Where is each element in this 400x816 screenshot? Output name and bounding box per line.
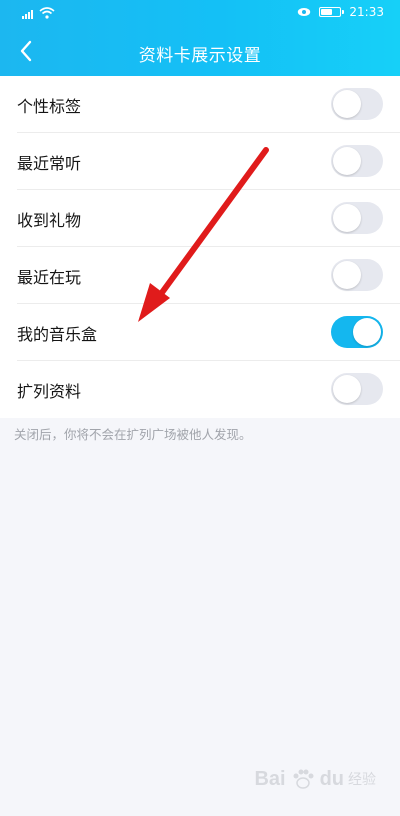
toggle-knob: [353, 318, 381, 346]
setting-row-gifts: 收到礼物: [0, 190, 400, 247]
toggle-switch[interactable]: [331, 202, 383, 234]
setting-label: 收到礼物: [17, 210, 82, 230]
toggle-switch[interactable]: [331, 373, 383, 405]
setting-label: 我的音乐盒: [17, 324, 98, 344]
setting-label: 最近常听: [17, 153, 82, 173]
setting-row-music-box: 我的音乐盒: [0, 304, 400, 361]
signal-icon: [22, 9, 33, 19]
watermark-brand-suffix: du: [319, 767, 344, 790]
eye-comfort-icon: [298, 8, 311, 16]
setting-row-recent-listen: 最近常听: [0, 133, 400, 190]
baidu-watermark: Bai du 经验: [254, 766, 376, 792]
setting-label: 最近在玩: [17, 267, 82, 287]
toggle-switch[interactable]: [331, 259, 383, 291]
status-bar: 21:33: [0, 0, 400, 26]
nav-bar: 资料卡展示设置: [0, 26, 400, 76]
setting-row-profile-expand: 扩列资料: [0, 361, 400, 418]
toggle-switch[interactable]: [331, 88, 383, 120]
paw-icon: [293, 769, 314, 789]
setting-label: 个性标签: [17, 96, 82, 116]
hint-text: 关闭后，你将不会在扩列广场被他人发现。: [14, 427, 252, 442]
setting-row-recent-play: 最近在玩: [0, 247, 400, 304]
toggle-switch[interactable]: [331, 316, 383, 348]
toggle-switch[interactable]: [331, 145, 383, 177]
setting-label: 扩列资料: [17, 381, 82, 401]
toggle-knob: [333, 375, 361, 403]
toggle-knob: [333, 90, 361, 118]
toggle-knob: [333, 261, 361, 289]
setting-row-tags: 个性标签: [0, 76, 400, 133]
watermark-brand: Bai: [254, 767, 286, 790]
watermark-text: 经验: [348, 772, 376, 788]
clock: 21:33: [349, 5, 384, 19]
toggle-knob: [333, 147, 361, 175]
settings-list: 个性标签 最近常听 收到礼物 最近在玩 我的音乐盒 扩列资料: [0, 76, 400, 418]
page-title: 资料卡展示设置: [138, 46, 262, 66]
battery-icon: [319, 7, 345, 17]
app-header: 21:33 资料卡展示设置: [0, 0, 400, 76]
toggle-knob: [333, 204, 361, 232]
wifi-icon: [39, 7, 55, 19]
